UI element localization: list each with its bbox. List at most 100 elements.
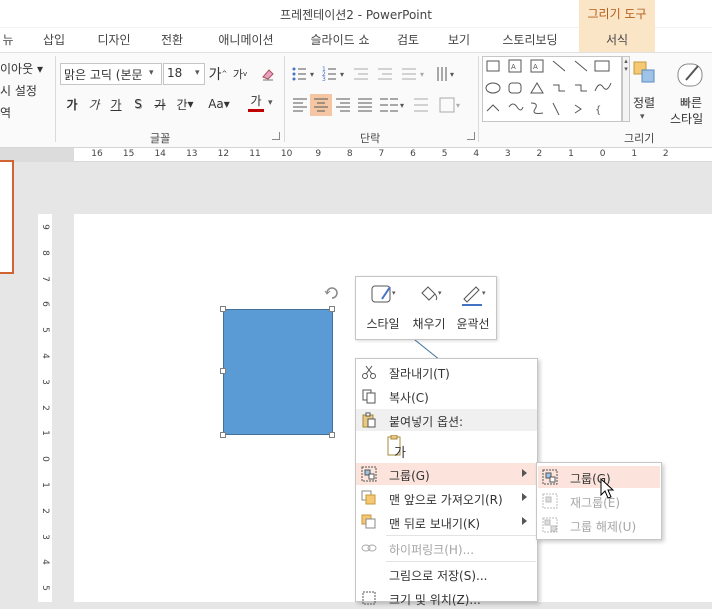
ruler-tick-label: 14: [154, 149, 166, 159]
quick-styles-button[interactable]: 빠른: [680, 94, 702, 111]
tab-storyboarding[interactable]: 스토리보딩: [490, 28, 570, 52]
size-icon: [362, 591, 376, 605]
menu-item-size-position[interactable]: 크기 및 위치(Z)...: [356, 587, 537, 609]
shape-outline-button[interactable]: ▾ 윤곽선: [450, 277, 496, 339]
shadow-button[interactable]: S: [128, 94, 148, 114]
shape-style-button[interactable]: ▾ 스타일: [360, 277, 406, 339]
ruler-tick-label: 9: [315, 149, 322, 159]
selected-rectangle[interactable]: [223, 309, 333, 435]
font-color-button[interactable]: 가: [246, 92, 266, 112]
ruler-tick-label: 9: [40, 224, 50, 230]
svg-text:▾: ▾: [310, 70, 314, 79]
resize-handle[interactable]: [329, 432, 335, 438]
resize-handle[interactable]: [220, 432, 226, 438]
ruler-tick-label: 6: [410, 149, 416, 159]
resize-handle[interactable]: [329, 306, 335, 312]
ruler-tick-label: 7: [40, 275, 50, 282]
align-center-button[interactable]: [320, 98, 342, 120]
scissors-icon: [362, 365, 376, 379]
svg-text:▾: ▾: [456, 101, 460, 110]
shape-fill-button[interactable]: ▾ 채우기: [406, 277, 452, 339]
arrange-icon: [632, 60, 658, 89]
underline-button[interactable]: 가: [106, 94, 126, 114]
tab-review[interactable]: 검토: [388, 28, 428, 52]
group-divider: [55, 56, 56, 142]
ruler-tick-label: 4: [40, 353, 50, 359]
tab-layout[interactable]: 뉴: [0, 28, 16, 52]
char-spacing-button[interactable]: 간 ▾: [172, 94, 198, 114]
copy-icon: [362, 389, 376, 404]
change-case-button[interactable]: Aa ▾: [204, 94, 234, 114]
svg-text:{: {: [595, 105, 601, 116]
fill-label: 채우기: [412, 317, 446, 331]
ruler-tick-label: 15: [122, 149, 135, 159]
align-buttons-row[interactable]: ▾ ▾: [290, 94, 480, 116]
layout-button[interactable]: 이아웃 ▾: [0, 60, 43, 77]
font-name-combo[interactable]: 맑은 고딕 (본문: [60, 63, 162, 85]
section-button[interactable]: 역: [0, 104, 11, 121]
font-dialog-launcher-icon[interactable]: [272, 132, 280, 140]
clear-format-icon[interactable]: [258, 64, 278, 84]
menu-item-copy[interactable]: 복사(C): [356, 385, 537, 407]
chevron-down-icon: ▾: [640, 112, 645, 122]
shrink-font-button[interactable]: 가v: [230, 64, 250, 84]
quick-styles-label: 스타일: [670, 112, 704, 126]
horizontal-ruler[interactable]: [74, 148, 712, 162]
submenu-arrow-icon: [522, 469, 527, 477]
regroup-icon: [542, 493, 558, 509]
svg-text:▾: ▾: [450, 70, 454, 79]
menu-item-group[interactable]: 그룹(G): [356, 463, 537, 485]
tab-insert[interactable]: 삽입: [32, 28, 76, 52]
submenu-item-group[interactable]: 그룹(G): [538, 466, 660, 488]
context-menu: 잘라내기(T) 복사(C) 붙여넣기 옵션: 가 그룹(G) 맨 앞으로 가져오…: [355, 358, 538, 607]
ruler-tick-label: 3: [40, 533, 50, 540]
mini-toolbar: ▾ 스타일 ▾ 채우기 ▾ 윤곽선: [355, 276, 497, 340]
tab-view[interactable]: 보기: [436, 28, 482, 52]
svg-text:▾: ▾: [420, 70, 424, 79]
ruler-tick-label: 0: [40, 456, 50, 463]
group-divider: [284, 56, 285, 142]
paragraph-dialog-launcher-icon[interactable]: [467, 132, 475, 140]
tab-design[interactable]: 디자인: [86, 28, 142, 52]
shape-gallery[interactable]: A A {: [482, 56, 622, 122]
slide-thumbnail[interactable]: [0, 160, 14, 274]
tab-format[interactable]: 서식: [579, 28, 655, 52]
ruler-tick-label: 12: [217, 149, 230, 159]
strikethrough-button[interactable]: 가: [150, 94, 170, 114]
grow-font-button[interactable]: 가 ^: [208, 64, 228, 84]
rotate-handle-icon[interactable]: [323, 284, 341, 305]
menu-divider: [386, 561, 536, 562]
bold-button[interactable]: 가: [62, 94, 82, 114]
menu-item-bring-to-front[interactable]: 맨 앞으로 가져오기(R): [356, 487, 537, 509]
paste-keep-text-button[interactable]: 가: [386, 434, 410, 461]
ruler-tick-label: 4: [40, 559, 50, 566]
menu-item-save-as-picture[interactable]: 그림으로 저장(S)...: [356, 563, 537, 585]
gallery-scrollbar[interactable]: ▴ ▾: [622, 56, 630, 122]
svg-text:3: 3: [322, 76, 326, 83]
svg-text:▾: ▾: [482, 289, 486, 297]
resize-handle[interactable]: [220, 368, 226, 374]
ruler-tick-label: 5: [40, 585, 50, 592]
menu-item-cut[interactable]: 잘라내기(T): [356, 361, 537, 383]
ruler-tick-label: 1: [40, 482, 50, 488]
menu-item-send-to-back[interactable]: 맨 뒤로 보내기(K): [356, 511, 537, 533]
ruler-tick-label: 2: [40, 404, 50, 411]
menu-divider: [386, 535, 536, 536]
submenu-arrow-icon: [522, 517, 527, 525]
tab-slideshow[interactable]: 슬라이드 쇼: [294, 28, 386, 52]
tab-animations[interactable]: 애니메이션: [204, 28, 288, 52]
ruler-tick-label: 8: [40, 249, 50, 256]
arrange-button[interactable]: 정렬: [633, 94, 655, 111]
pencil-icon: ▾: [462, 286, 486, 306]
italic-button[interactable]: 가: [84, 94, 104, 114]
drawing-group-label: 그리기: [624, 132, 655, 145]
chevron-down-icon[interactable]: ▾: [268, 98, 273, 108]
reset-button[interactable]: 시 설정: [0, 82, 37, 99]
resize-handle[interactable]: [220, 306, 226, 312]
context-tab-header: 그리기 도구: [579, 0, 655, 28]
list-buttons-row[interactable]: ▾ 123 ▾ ▾ ▾: [290, 63, 480, 87]
ruler-tick-label: 2: [536, 149, 543, 159]
tab-transitions[interactable]: 전환: [150, 28, 194, 52]
ruler-tick-label: 4: [473, 149, 480, 159]
menu-item-paste-options: 붙여넣기 옵션:: [356, 409, 537, 431]
